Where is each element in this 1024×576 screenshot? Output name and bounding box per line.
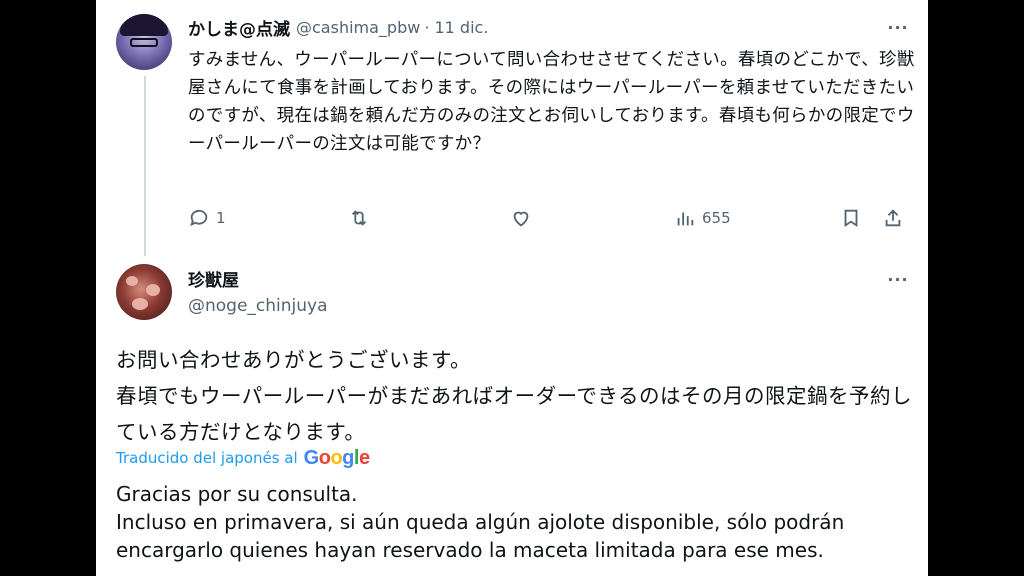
reply-tweet[interactable]: かしま@点滅 @cashima_pbw · 11 dic. ··· すみません、… (96, 0, 928, 256)
tweet-actions-bar: 1 655 (188, 204, 918, 232)
main-tweet[interactable]: 珍獣屋 @noge_chinjuya ··· お問い合わせありがとうございます。… (96, 250, 928, 576)
share-icon (885, 209, 901, 227)
avatar-detail (132, 298, 148, 310)
translated-text-line: Incluso en primavera, si aún queda algún… (116, 510, 845, 562)
user-handle[interactable]: @noge_chinjuya (188, 296, 328, 316)
translated-text: Gracias por su consulta. Incluso en prim… (116, 480, 916, 564)
views-count: 655 (702, 209, 731, 227)
views-button[interactable]: 655 (674, 204, 731, 232)
bookmark-icon (844, 209, 858, 228)
bar-chart-icon (677, 212, 694, 226)
tweet-text-line: お問い合わせありがとうございます。 (116, 348, 471, 372)
tweet-date[interactable]: · 11 dic. (424, 18, 488, 37)
share-button[interactable] (882, 204, 904, 232)
retweet-icon (351, 210, 367, 226)
reply-button[interactable]: 1 (188, 204, 226, 232)
tweet-text: お問い合わせありがとうございます。 春頃でもウーパールーパーがまだあればオーダー… (116, 342, 916, 450)
more-dots-icon[interactable]: ··· (886, 270, 910, 290)
avatar[interactable] (116, 14, 172, 70)
translated-from-label[interactable]: Traducido del japonés al (116, 449, 298, 467)
thread-connector-line (144, 76, 146, 256)
heart-icon (513, 211, 529, 227)
tweet-text: すみません、ウーパールーパーについて問い合わせさせてください。春頃のどこかで、珍… (188, 50, 915, 154)
avatar-glasses (130, 38, 158, 47)
like-button[interactable] (510, 204, 538, 232)
avatar-hair (120, 14, 168, 36)
bookmark-button[interactable] (840, 204, 862, 232)
avatar-detail (126, 276, 138, 286)
translation-attribution[interactable]: Traducido del japonés al Google (116, 446, 370, 470)
speech-bubble-icon (190, 209, 208, 227)
reply-count: 1 (216, 209, 226, 227)
google-logo: Google (303, 446, 370, 469)
avatar[interactable] (116, 264, 172, 320)
avatar-detail (146, 284, 160, 296)
user-handle[interactable]: @cashima_pbw (296, 18, 420, 37)
display-name[interactable]: かしま@点滅 (188, 15, 290, 40)
reply-tweet-header: かしま@点滅 @cashima_pbw · 11 dic. (188, 15, 488, 40)
tweet-text-line: 春頃でもウーパールーパーがまだあればオーダーできるのはその月の限定鍋を予約してい… (116, 384, 912, 444)
retweet-button[interactable] (348, 204, 376, 232)
translated-text-line: Gracias por su consulta. (116, 482, 358, 506)
display-name[interactable]: 珍獣屋 (188, 266, 239, 291)
tweet-thread-panel: かしま@点滅 @cashima_pbw · 11 dic. ··· すみません、… (96, 0, 928, 576)
more-dots-icon[interactable]: ··· (886, 18, 910, 38)
